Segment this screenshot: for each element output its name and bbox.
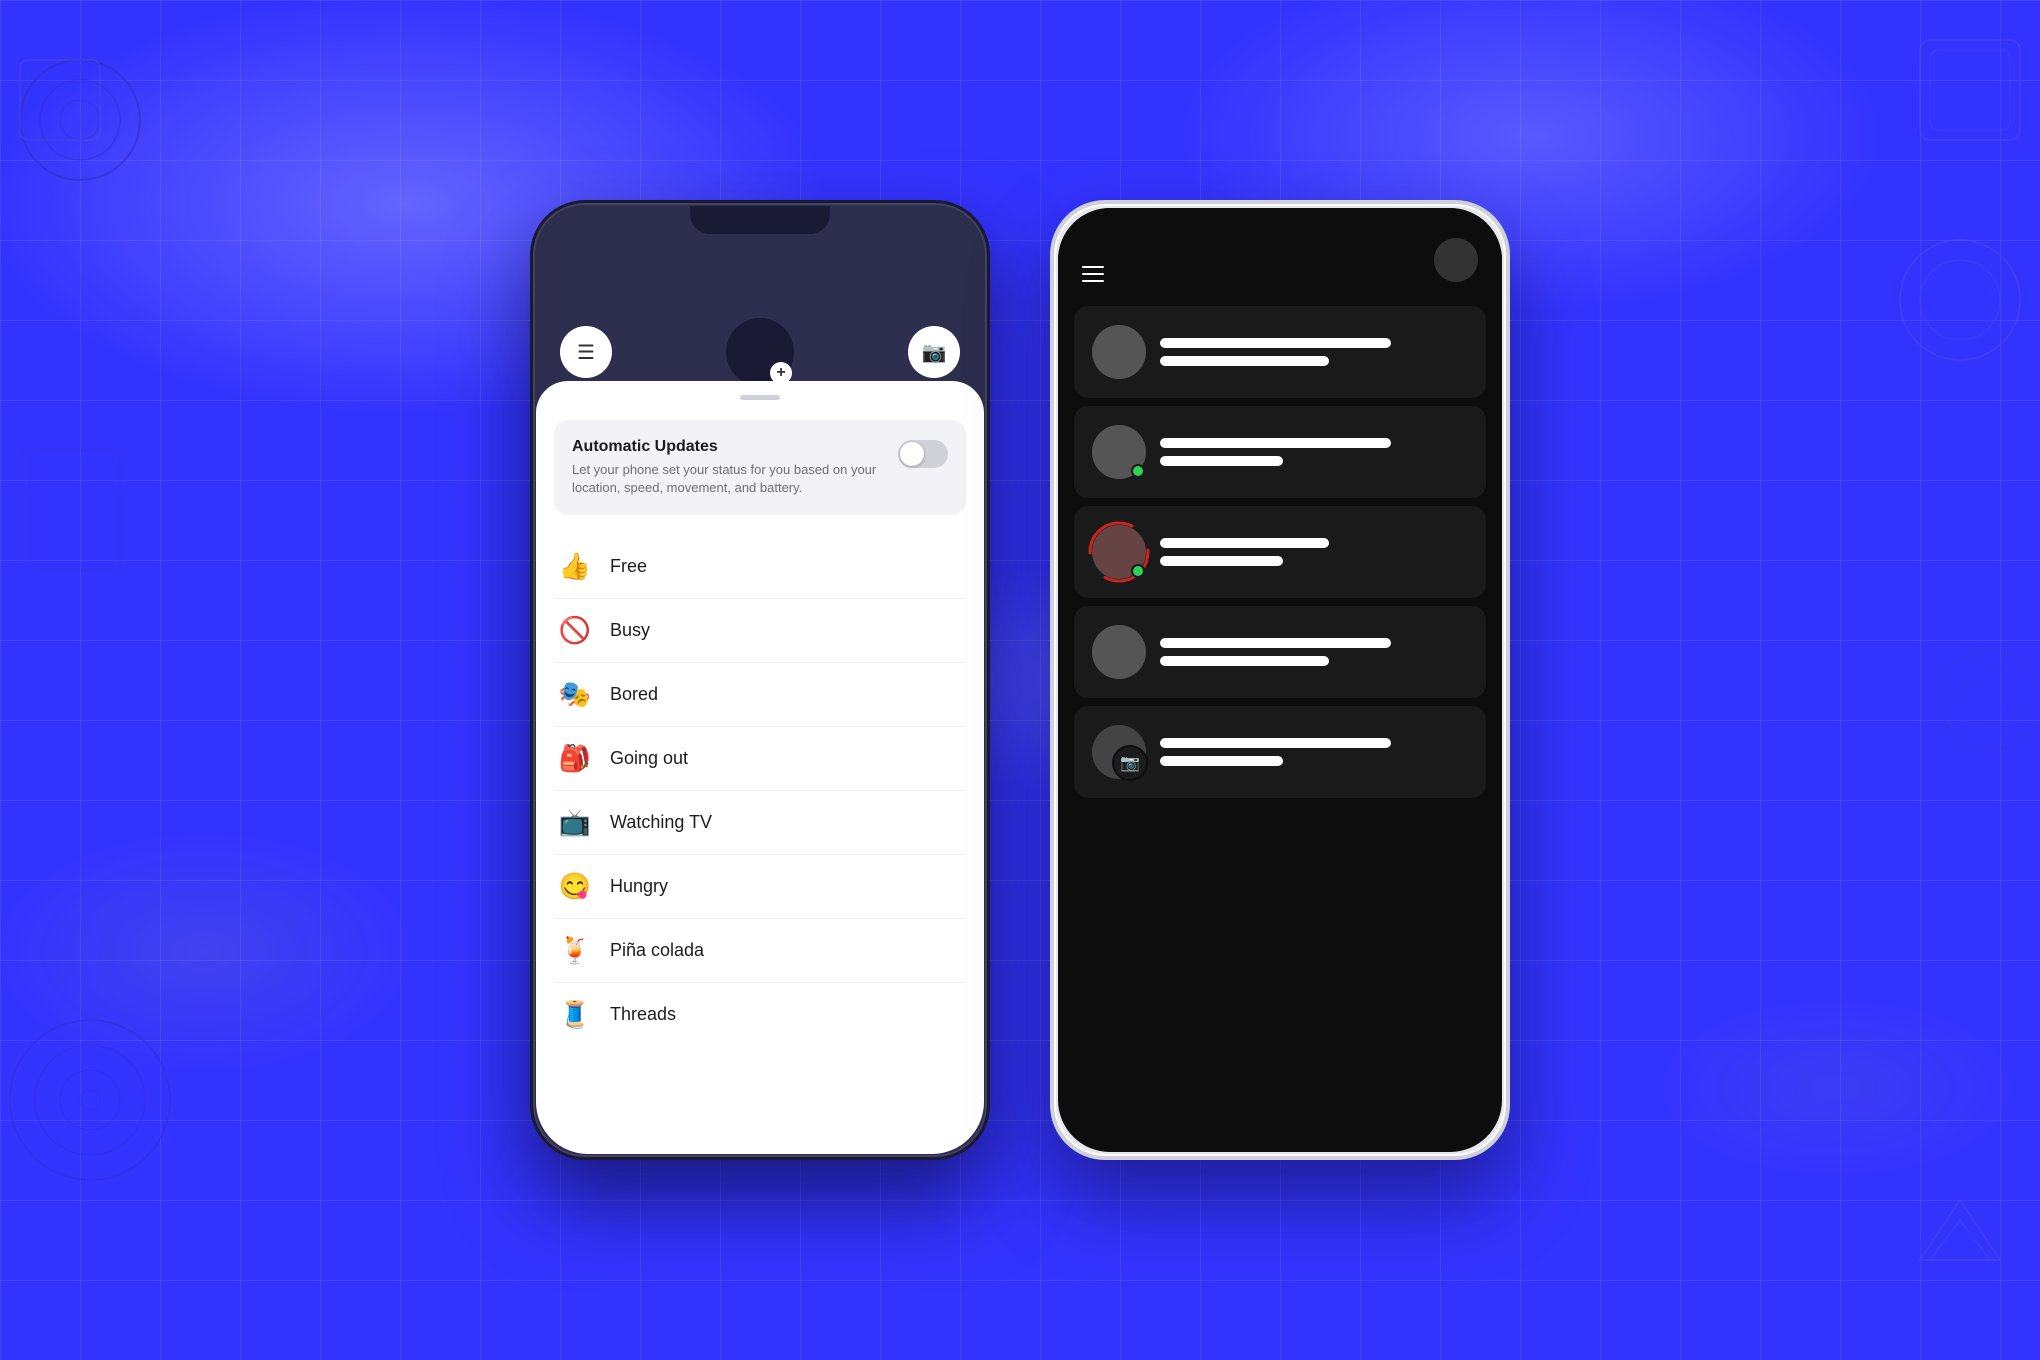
contact-line (1160, 638, 1391, 648)
contact-line (1160, 438, 1391, 448)
contact-info (1160, 738, 1468, 766)
list-item[interactable] (1074, 506, 1486, 598)
contact-avatar: 📷 (1092, 725, 1146, 779)
online-indicator (1131, 564, 1145, 578)
auto-updates-card: Automatic Updates Let your phone set you… (554, 420, 966, 515)
contact-avatar (1092, 425, 1146, 479)
phones-container: ☰ + 📷 Automatic Updates Le (0, 0, 2040, 1360)
list-item[interactable] (1074, 406, 1486, 498)
status-emoji-hungry: 😋 (558, 871, 592, 902)
status-emoji-busy: 🚫 (558, 615, 592, 646)
contact-line (1160, 456, 1283, 466)
right-phone-avatar (1434, 238, 1478, 282)
right-phone-notch (1215, 208, 1345, 234)
list-item[interactable] (1074, 606, 1486, 698)
camera-badge: 📷 (1112, 745, 1148, 781)
left-phone-header: ☰ + 📷 (536, 206, 984, 406)
status-label-bored: Bored (610, 684, 658, 705)
contact-line (1160, 738, 1391, 748)
contact-line (1160, 356, 1329, 366)
status-label-pina-colada: Piña colada (610, 940, 704, 961)
status-emoji-bored: 🎭 (558, 679, 592, 710)
status-sheet: Automatic Updates Let your phone set you… (536, 381, 984, 1154)
status-label-threads: Threads (610, 1004, 676, 1025)
list-item[interactable]: 📷 (1074, 706, 1486, 798)
auto-updates-description: Let your phone set your status for you b… (572, 461, 888, 497)
status-emoji-pina-colada: 🍹 (558, 935, 592, 966)
contact-line (1160, 756, 1283, 766)
online-indicator (1131, 464, 1145, 478)
right-phone: 📷 (1050, 200, 1510, 1160)
avatar-button[interactable]: + (726, 318, 794, 386)
list-item[interactable]: 👍 Free (554, 535, 966, 599)
list-item[interactable]: 🎒 Going out (554, 727, 966, 791)
status-emoji-going-out: 🎒 (558, 743, 592, 774)
contact-info (1160, 338, 1468, 366)
auto-updates-toggle[interactable] (898, 440, 948, 468)
status-emoji-watching-tv: 📺 (558, 807, 592, 838)
list-item[interactable]: 📺 Watching TV (554, 791, 966, 855)
hamburger-menu-button[interactable] (1082, 266, 1104, 282)
status-label-free: Free (610, 556, 647, 577)
left-phone: ☰ + 📷 Automatic Updates Le (530, 200, 990, 1160)
contact-avatar (1092, 625, 1146, 679)
camera-icon: 📷 (922, 340, 947, 365)
status-label-watching-tv: Watching TV (610, 812, 712, 833)
list-item[interactable]: 🧵 Threads (554, 983, 966, 1046)
list-item[interactable]: 🎭 Bored (554, 663, 966, 727)
status-emoji-free: 👍 (558, 551, 592, 582)
contact-avatar (1092, 325, 1146, 379)
menu-button[interactable]: ☰ (560, 326, 612, 378)
camera-icon: 📷 (1120, 753, 1140, 773)
status-emoji-threads: 🧵 (558, 999, 592, 1030)
contact-list: 📷 (1058, 298, 1502, 1152)
menu-icon: ☰ (577, 340, 595, 365)
contact-info (1160, 438, 1468, 466)
sheet-handle (740, 395, 780, 400)
list-item[interactable] (1074, 306, 1486, 398)
status-label-busy: Busy (610, 620, 650, 641)
contact-line (1160, 338, 1391, 348)
status-list: 👍 Free 🚫 Busy 🎭 Bored 🎒 Going out (536, 535, 984, 1046)
list-item[interactable]: 🚫 Busy (554, 599, 966, 663)
contact-avatar (1092, 525, 1146, 579)
contact-info (1160, 538, 1468, 566)
contact-info (1160, 638, 1468, 666)
contact-line (1160, 538, 1329, 548)
auto-updates-title: Automatic Updates (572, 438, 888, 456)
camera-button[interactable]: 📷 (908, 326, 960, 378)
left-phone-notch (690, 206, 830, 234)
contact-line (1160, 556, 1283, 566)
status-label-hungry: Hungry (610, 876, 668, 897)
contact-line (1160, 656, 1329, 666)
list-item[interactable]: 🍹 Piña colada (554, 919, 966, 983)
list-item[interactable]: 😋 Hungry (554, 855, 966, 919)
status-label-going-out: Going out (610, 748, 688, 769)
